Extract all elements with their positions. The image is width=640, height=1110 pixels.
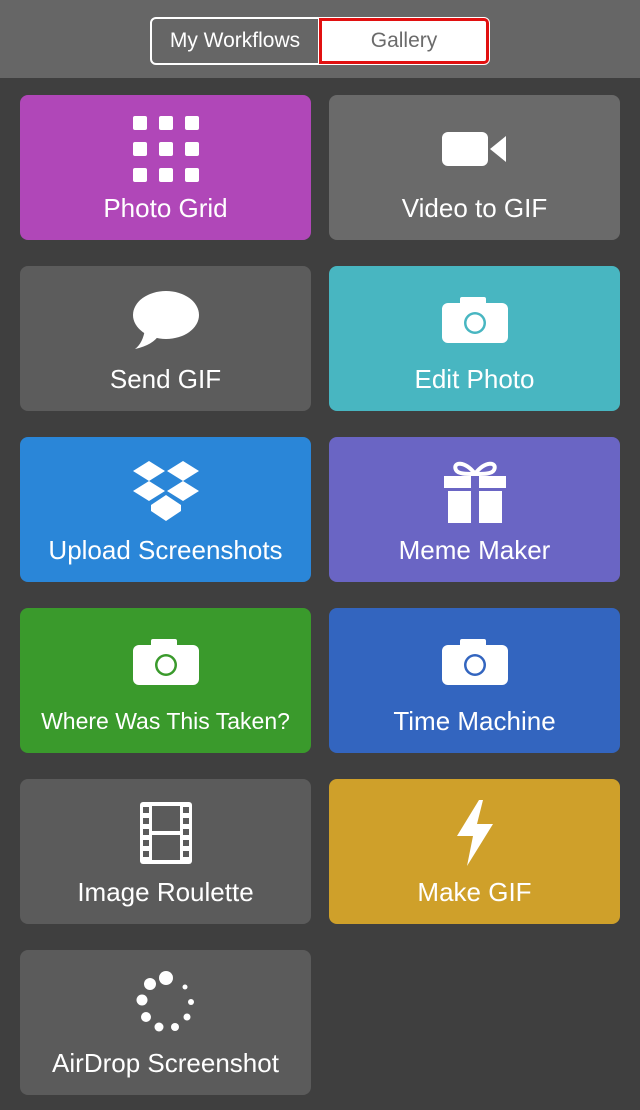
- tile-label: Time Machine: [393, 706, 556, 736]
- tile-make-gif[interactable]: Make GIF: [329, 779, 620, 924]
- view-segmented-control: My Workflows Gallery: [150, 17, 490, 65]
- tile-image-roulette[interactable]: Image Roulette: [20, 779, 311, 924]
- tile-video-to-gif[interactable]: Video to GIF: [329, 95, 620, 240]
- tile-photo-grid[interactable]: Photo Grid: [20, 95, 311, 240]
- tile-where-was-this-taken[interactable]: Where Was This Taken?: [20, 608, 311, 753]
- camera-icon: [435, 626, 515, 698]
- top-bar: My Workflows Gallery: [0, 0, 640, 78]
- camera-icon: [126, 626, 206, 698]
- tile-label: Upload Screenshots: [48, 535, 283, 565]
- tile-meme-maker[interactable]: Meme Maker: [329, 437, 620, 582]
- tile-label: Image Roulette: [77, 877, 254, 907]
- spinner-icon: [126, 968, 206, 1040]
- tile-label: AirDrop Screenshot: [52, 1048, 279, 1078]
- camera-icon: [435, 284, 515, 356]
- tab-gallery[interactable]: Gallery: [319, 18, 489, 64]
- tile-label: Video to GIF: [401, 193, 548, 223]
- film-strip-icon: [126, 797, 206, 869]
- tile-upload-screenshots[interactable]: Upload Screenshots: [20, 437, 311, 582]
- tile-label: Edit Photo: [414, 364, 535, 394]
- video-camera-icon: [435, 113, 515, 185]
- grid-icon: [126, 113, 206, 185]
- tile-label: Where Was This Taken?: [41, 708, 290, 734]
- tile-label: Send GIF: [109, 364, 222, 394]
- lightning-bolt-icon: [435, 797, 515, 869]
- tile-time-machine[interactable]: Time Machine: [329, 608, 620, 753]
- tile-label: Photo Grid: [103, 193, 228, 223]
- tab-my-workflows[interactable]: My Workflows: [152, 19, 320, 63]
- dropbox-icon: [126, 455, 206, 527]
- speech-bubble-icon: [126, 284, 206, 356]
- tile-edit-photo[interactable]: Edit Photo: [329, 266, 620, 411]
- tile-send-gif[interactable]: Send GIF: [20, 266, 311, 411]
- tile-label: Make GIF: [417, 877, 532, 907]
- tile-airdrop-screenshot[interactable]: AirDrop Screenshot: [20, 950, 311, 1095]
- tile-label: Meme Maker: [398, 535, 551, 565]
- gift-icon: [435, 455, 515, 527]
